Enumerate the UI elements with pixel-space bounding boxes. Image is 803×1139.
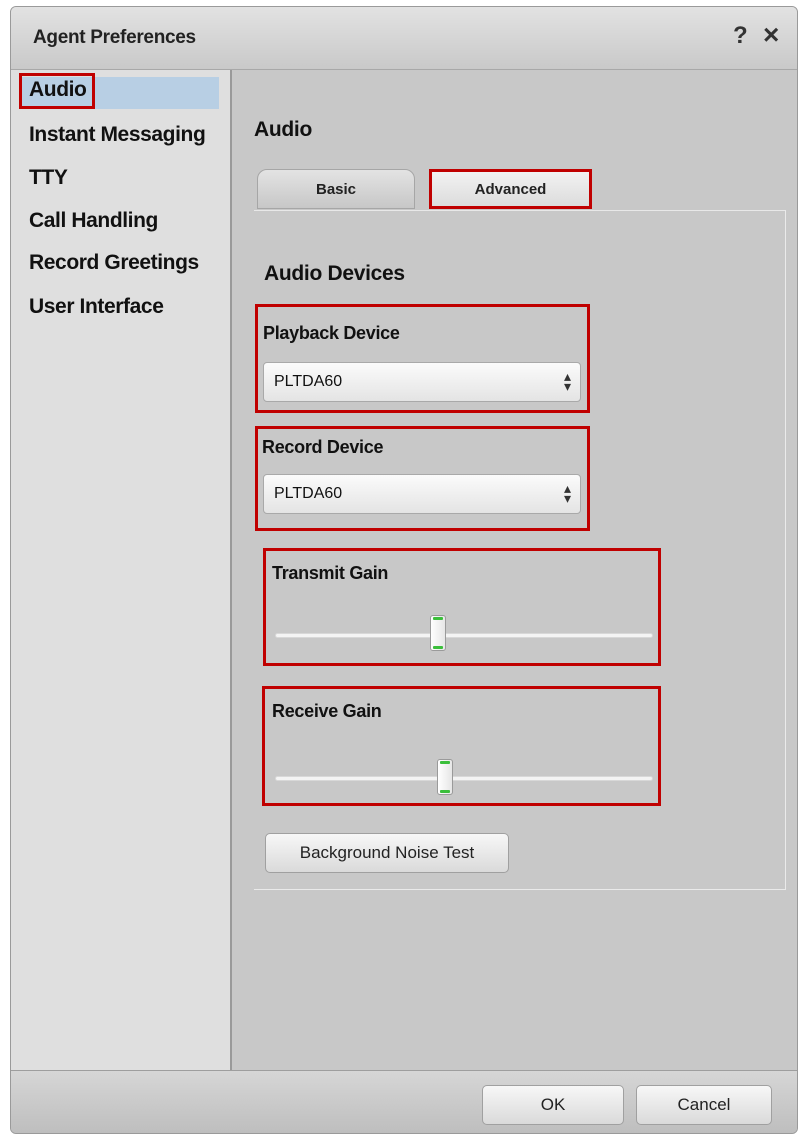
playback-device-value: PLTDA60	[274, 373, 343, 390]
sidebar-item-user-interface[interactable]: User Interface	[29, 295, 164, 319]
dialog-title: Agent Preferences	[33, 27, 196, 48]
receive-gain-label: Receive Gain	[272, 701, 382, 721]
sidebar-item-call-handling[interactable]: Call Handling	[29, 209, 158, 233]
sidebar-item-tty[interactable]: TTY	[29, 166, 68, 190]
record-device-label: Record Device	[262, 437, 384, 457]
sidebar-item-audio[interactable]: Audio	[29, 78, 87, 102]
title-bar: Agent Preferences ? ×	[11, 7, 797, 70]
sidebar-item-record-greetings[interactable]: Record Greetings	[29, 251, 199, 275]
content-pane: Audio Basic Advanced Audio Devices Playb…	[232, 70, 797, 1070]
ok-button[interactable]: OK	[482, 1085, 624, 1125]
cancel-button[interactable]: Cancel	[636, 1085, 772, 1125]
sidebar: Audio Instant Messaging TTY Call Handlin…	[11, 70, 232, 1070]
updown-arrow-icon: ▴ ▾	[563, 480, 571, 506]
transmit-gain-label: Transmit Gain	[272, 563, 389, 583]
receive-gain-thumb[interactable]	[437, 759, 454, 795]
help-icon[interactable]: ?	[733, 22, 748, 50]
audio-devices-title: Audio Devices	[264, 262, 405, 285]
transmit-gain-track[interactable]	[275, 633, 653, 638]
updown-arrow-icon: ▴ ▾	[563, 368, 571, 394]
dialog-footer: OK Cancel	[11, 1070, 797, 1133]
close-icon[interactable]: ×	[763, 19, 779, 51]
record-device-select[interactable]: PLTDA60 ▴ ▾	[263, 474, 581, 514]
agent-preferences-dialog: Agent Preferences ? × Audio Instant Mess…	[10, 6, 798, 1134]
section-title: Audio	[254, 118, 312, 141]
transmit-gain-thumb[interactable]	[429, 615, 446, 651]
tab-advanced[interactable]: Advanced	[429, 169, 592, 209]
playback-device-select[interactable]: PLTDA60 ▴ ▾	[263, 362, 581, 402]
tab-basic[interactable]: Basic	[257, 169, 415, 209]
record-device-value: PLTDA60	[274, 485, 343, 502]
background-noise-test-button[interactable]: Background Noise Test	[265, 833, 509, 873]
receive-gain-track[interactable]	[275, 776, 653, 781]
sidebar-item-instant-messaging[interactable]: Instant Messaging	[29, 123, 206, 147]
playback-device-label: Playback Device	[263, 323, 400, 343]
